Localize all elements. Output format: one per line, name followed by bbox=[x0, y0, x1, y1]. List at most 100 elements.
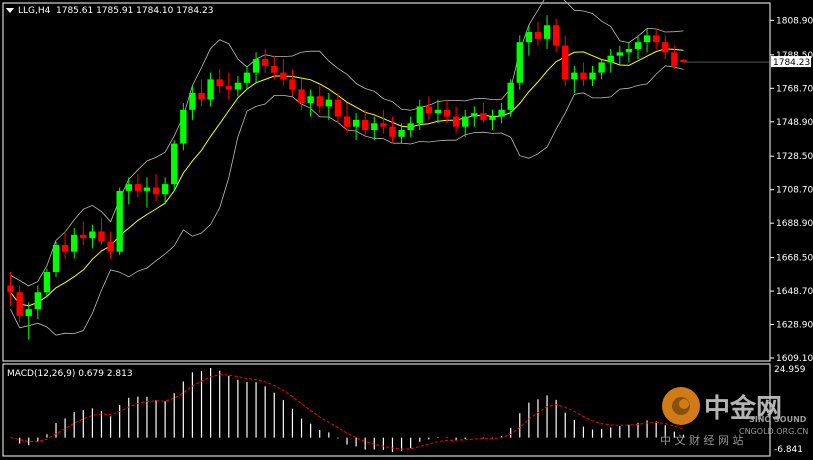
candle-body bbox=[643, 35, 651, 43]
candles bbox=[7, 15, 687, 340]
candle-body bbox=[152, 187, 160, 195]
symbol-timeframe: LLG,H4 bbox=[18, 6, 51, 16]
candle-body bbox=[71, 234, 78, 252]
candle-body bbox=[189, 92, 196, 110]
price-tick-label: 1648.70 bbox=[776, 287, 813, 297]
price-tick-label: 1808.90 bbox=[776, 16, 813, 26]
candle-body bbox=[625, 48, 633, 53]
candle-body bbox=[498, 109, 505, 117]
candle-body bbox=[634, 42, 642, 49]
candle-body bbox=[534, 32, 542, 39]
macd-scale-top: 24.959 bbox=[774, 365, 806, 375]
candle-body bbox=[307, 96, 314, 104]
candle-body bbox=[471, 113, 478, 117]
watermark: 中金网 中 文 财 经 网 站 CNGOLD.ORG.CN SINO SOUND bbox=[660, 387, 808, 447]
macd-histogram bbox=[10, 368, 685, 452]
candle-body bbox=[352, 119, 360, 127]
candle-body bbox=[89, 231, 96, 239]
candle-body bbox=[407, 123, 414, 131]
candle-body bbox=[680, 59, 687, 63]
candle-body bbox=[371, 123, 378, 131]
candle-body bbox=[280, 72, 287, 80]
candle-body bbox=[525, 32, 533, 43]
candle-body bbox=[334, 99, 342, 117]
price-tick-label: 1688.90 bbox=[776, 219, 813, 229]
candle-body bbox=[161, 184, 169, 195]
price-tick-label: 1748.90 bbox=[776, 118, 813, 128]
price-tick-label: 1728.50 bbox=[776, 152, 813, 162]
candle-body bbox=[616, 52, 623, 56]
candle-body bbox=[180, 109, 187, 144]
candle-body bbox=[516, 42, 523, 83]
candle-body bbox=[234, 82, 242, 90]
candle-body bbox=[607, 55, 614, 63]
candle-body bbox=[434, 109, 442, 114]
candle-body bbox=[143, 187, 151, 191]
candle-body bbox=[452, 116, 460, 127]
macd-scale-bottom: -6.841 bbox=[774, 445, 803, 455]
candle-body bbox=[61, 244, 69, 252]
candle-body bbox=[416, 106, 423, 124]
price-tick-label: 1668.50 bbox=[776, 254, 813, 264]
dropdown-arrow-icon[interactable] bbox=[6, 8, 14, 13]
current-price-label: 1784.23 bbox=[773, 58, 810, 68]
watermark-subtitle-cn: 中 文 财 经 网 站 bbox=[660, 433, 743, 447]
price-panel-frame bbox=[2, 2, 771, 362]
candle-body bbox=[43, 271, 51, 293]
candle-body bbox=[443, 109, 451, 117]
candle-body bbox=[107, 241, 114, 252]
candle-body bbox=[580, 72, 587, 80]
candle-body bbox=[425, 106, 433, 114]
candle-body bbox=[507, 82, 514, 110]
candle-body bbox=[552, 25, 560, 46]
price-tick-label: 1708.70 bbox=[776, 186, 813, 196]
candle-body bbox=[543, 25, 551, 39]
candle-body bbox=[298, 89, 305, 104]
candle-body bbox=[662, 42, 669, 53]
candle-body bbox=[271, 65, 278, 73]
candle-body bbox=[389, 126, 396, 137]
candle-body bbox=[80, 234, 87, 239]
candle-body bbox=[98, 231, 105, 242]
current-price-marker: 1784.23 bbox=[771, 56, 811, 68]
bollinger-bands bbox=[10, 0, 770, 336]
candle-body bbox=[134, 184, 142, 191]
candle-body bbox=[243, 72, 251, 83]
watermark-subtitle-en: CNGOLD.ORG.CN bbox=[739, 427, 808, 436]
candle-body bbox=[652, 35, 660, 43]
candle-body bbox=[462, 116, 469, 127]
candle-body bbox=[198, 92, 205, 100]
price-axis: 1808.901788.501768.701748.901728.501708.… bbox=[770, 16, 813, 364]
candle-body bbox=[16, 292, 23, 316]
candle-body bbox=[7, 285, 14, 293]
candle-body bbox=[571, 72, 578, 80]
candle-body bbox=[398, 130, 405, 137]
ohlc-readout: 1785.61 1785.91 1784.10 1784.23 bbox=[56, 6, 213, 16]
chart-canvas: LLG,H4 1785.61 1785.91 1784.10 1784.23 1… bbox=[2, 0, 813, 457]
candle-body bbox=[380, 123, 387, 127]
candle-body bbox=[589, 72, 596, 80]
candle-body bbox=[562, 45, 569, 80]
moving-average bbox=[10, 48, 684, 307]
candle-body bbox=[489, 116, 496, 120]
candle-body bbox=[52, 244, 60, 272]
price-tick-label: 1768.70 bbox=[776, 84, 813, 94]
candle-body bbox=[34, 292, 42, 310]
candle-body bbox=[598, 62, 605, 73]
candle-body bbox=[171, 143, 178, 185]
candle-body bbox=[116, 190, 123, 252]
candle-body bbox=[343, 116, 351, 127]
candle-body bbox=[316, 96, 323, 107]
candle-body bbox=[362, 119, 369, 131]
macd-label: MACD(12,26,9) 0.679 2.813 bbox=[7, 369, 133, 379]
candle-body bbox=[25, 309, 32, 316]
price-tick-label: 1628.90 bbox=[776, 321, 813, 331]
candle-body bbox=[225, 86, 232, 90]
candle-body bbox=[125, 184, 132, 191]
candle-body bbox=[480, 113, 487, 120]
watermark-logo-text: SINO SOUND bbox=[749, 415, 807, 424]
candle-body bbox=[216, 79, 223, 87]
candle-body bbox=[207, 79, 214, 100]
candle-body bbox=[671, 52, 678, 66]
moving-average-line bbox=[10, 48, 684, 307]
